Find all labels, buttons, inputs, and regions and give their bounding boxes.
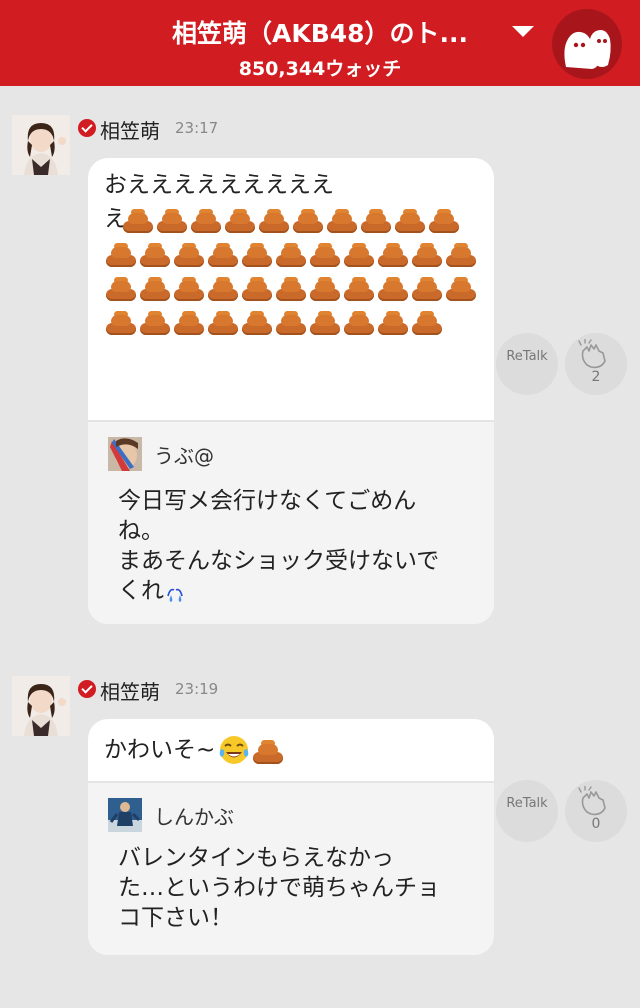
message-text-line: え	[104, 206, 127, 232]
top-bar: 相笠萌（AKB48）のト... 850,344ウォッチ	[0, 0, 640, 86]
poop-emoji-icon	[240, 304, 274, 338]
poop-emoji-icon	[121, 202, 155, 236]
reply-text: バレンタインもらえなかっ た…というわけで萌ちゃんチョ コ下さい！	[118, 845, 440, 931]
clap-button[interactable]: 0	[565, 780, 627, 842]
poop-emoji-icon	[240, 270, 274, 304]
poop-emoji-icon	[240, 236, 274, 270]
retalk-label: ReTalk	[506, 349, 548, 364]
message-text-line: おえええええええええ	[104, 172, 334, 198]
poop-emoji-icon	[274, 236, 308, 270]
poop-emoji-icon	[104, 236, 138, 270]
poop-emoji-icon	[257, 202, 291, 236]
clap-count: 2	[591, 369, 601, 385]
reply-user: しんかぶ	[108, 797, 478, 833]
reply-user: うぶ@	[108, 436, 478, 472]
poop-emoji-icon	[189, 202, 223, 236]
retalk-button[interactable]: ReTalk	[496, 333, 558, 395]
poop-emoji-icon	[427, 202, 461, 236]
poop-emoji-icon	[342, 304, 376, 338]
avatar[interactable]	[12, 676, 70, 736]
poop-emoji-icon	[410, 304, 444, 338]
poop-emoji-icon	[274, 304, 308, 338]
watch-count: 850,344ウォッチ	[238, 58, 402, 80]
poop-emoji-icon	[291, 202, 325, 236]
author-name[interactable]: 相笠萌	[100, 676, 160, 705]
poop-emoji-icon	[206, 304, 240, 338]
poop-emoji-icon	[172, 270, 206, 304]
poop-emoji-icon	[376, 270, 410, 304]
poop-emoji-icon	[104, 304, 138, 338]
message-bubble: おえええええええええ え うぶ@ 今日写メ会行けなくてごめん ね。 まあそんなシ…	[88, 158, 494, 624]
avatar[interactable]	[12, 115, 70, 175]
poop-emoji-icon	[206, 270, 240, 304]
quoted-reply[interactable]: うぶ@ 今日写メ会行けなくてごめん ね。 まあそんなショック受けないで くれ	[88, 420, 494, 624]
poop-emoji-icon	[138, 304, 172, 338]
reply-avatar[interactable]	[108, 798, 142, 832]
poop-emoji-icon	[444, 236, 478, 270]
poop-emoji-icon	[342, 270, 376, 304]
poop-emoji-icon	[376, 304, 410, 338]
retalk-label: ReTalk	[506, 796, 548, 811]
poop-emoji-icon	[410, 270, 444, 304]
poop-emoji-grid: え	[88, 202, 494, 348]
poop-emoji-icon	[104, 270, 138, 304]
page-title[interactable]: 相笠萌（AKB48）のト...	[0, 14, 640, 50]
reply-text: 今日写メ会行けなくてごめん ね。 まあそんなショック受けないで くれ	[108, 486, 478, 612]
poop-emoji-icon	[138, 236, 172, 270]
message-text-body: かわいそ~	[104, 737, 216, 763]
poop-emoji-icon	[155, 202, 189, 236]
poop-emoji-icon	[342, 236, 376, 270]
reply-username[interactable]: うぶ@	[154, 440, 214, 469]
message-bubble: かわいそ~ しんかぶ バレンタインもらえなかっ た…というわけで萌ちゃんチョ コ…	[88, 719, 494, 955]
poop-emoji-icon	[172, 304, 206, 338]
reply-avatar[interactable]	[108, 437, 142, 471]
ghost-mascot-icon[interactable]	[552, 9, 622, 79]
poop-emoji-icon	[308, 270, 342, 304]
message-time: 23:19	[175, 680, 219, 698]
poop-emoji-icon	[393, 202, 427, 236]
message-text: かわいそ~	[88, 719, 494, 785]
retalk-button[interactable]: ReTalk	[496, 780, 558, 842]
clap-count: 0	[591, 816, 601, 832]
poop-emoji-icon	[444, 270, 478, 304]
message-text: おえええええええええ	[88, 158, 494, 208]
clap-icon	[578, 786, 606, 816]
verified-badge-icon	[78, 680, 96, 698]
message-time: 23:17	[175, 119, 219, 137]
tears-of-joy-emoji-icon	[217, 733, 251, 767]
reply-username[interactable]: しんかぶ	[154, 801, 234, 830]
poop-emoji-icon	[274, 270, 308, 304]
poop-emoji-icon	[251, 733, 285, 767]
clap-button[interactable]: 2	[565, 333, 627, 395]
clap-icon	[578, 339, 606, 369]
poop-emoji-icon	[308, 236, 342, 270]
quoted-reply[interactable]: しんかぶ バレンタインもらえなかっ た…というわけで萌ちゃんチョ コ下さい！	[88, 781, 494, 955]
poop-emoji-icon	[410, 236, 444, 270]
poop-emoji-icon	[172, 236, 206, 270]
poop-emoji-icon	[376, 236, 410, 270]
poop-emoji-icon	[359, 202, 393, 236]
poop-emoji-icon	[308, 304, 342, 338]
poop-emoji-icon	[223, 202, 257, 236]
author-name[interactable]: 相笠萌	[100, 115, 160, 144]
chevron-down-icon[interactable]	[512, 26, 534, 37]
sweat-drop-emoji-icon	[164, 582, 186, 612]
verified-badge-icon	[78, 119, 96, 137]
poop-emoji-icon	[138, 270, 172, 304]
poop-emoji-icon	[325, 202, 359, 236]
poop-emoji-icon	[206, 236, 240, 270]
